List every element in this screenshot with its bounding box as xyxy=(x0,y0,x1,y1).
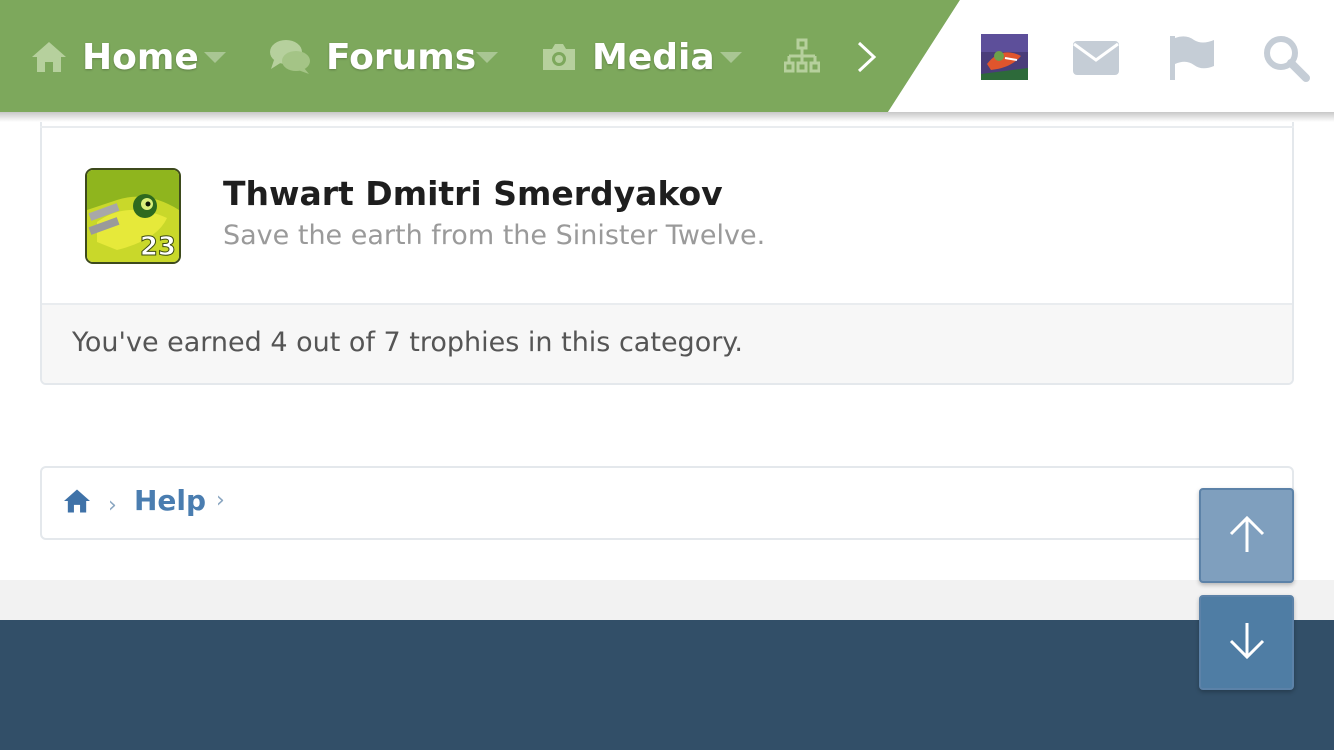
trophy-icon: 23 xyxy=(85,168,181,264)
envelope-icon[interactable] xyxy=(1072,40,1120,76)
breadcrumb-item-help[interactable]: Help xyxy=(134,484,206,517)
breadcrumb: › Help › xyxy=(40,466,1294,540)
scroll-to-bottom-button[interactable] xyxy=(1199,595,1294,690)
tab-home[interactable]: Home xyxy=(30,28,199,86)
main-content: 23 Thwart Dmitri Smerdyakov Save the ear… xyxy=(0,112,1334,580)
comments-icon xyxy=(268,38,312,76)
media-dropdown-caret[interactable] xyxy=(720,52,742,63)
home-icon[interactable] xyxy=(62,488,92,518)
page-footer xyxy=(0,620,1334,750)
tab-forums[interactable]: Forums xyxy=(268,28,476,86)
breadcrumb-separator-icon: › xyxy=(216,488,225,513)
search-icon[interactable] xyxy=(1262,34,1310,82)
footer-gap xyxy=(0,580,1334,620)
tab-media-label: Media xyxy=(592,36,715,78)
tab-media[interactable]: Media xyxy=(540,28,715,86)
trophy-card: 23 Thwart Dmitri Smerdyakov Save the ear… xyxy=(40,122,1294,385)
avatar[interactable] xyxy=(981,34,1028,80)
trophy-description: Save the earth from the Sinister Twelve. xyxy=(223,220,766,251)
forums-dropdown-caret[interactable] xyxy=(476,52,498,63)
arrow-up-icon xyxy=(1227,514,1267,558)
trophy-title: Thwart Dmitri Smerdyakov xyxy=(223,174,723,213)
camera-icon xyxy=(540,41,578,73)
sitemap-icon[interactable] xyxy=(784,38,820,74)
scroll-to-top-button[interactable] xyxy=(1199,488,1294,583)
arrow-down-icon xyxy=(1227,621,1267,665)
tab-home-label: Home xyxy=(82,36,199,78)
chevron-right-icon[interactable] xyxy=(856,40,878,74)
nav-shadow xyxy=(0,112,1334,122)
card-footer: You've earned 4 out of 7 trophies in thi… xyxy=(42,303,1292,383)
trophy-badge-number: 23 xyxy=(139,232,176,262)
breadcrumb-separator-icon: › xyxy=(108,493,117,518)
home-icon xyxy=(30,40,68,74)
tab-forums-label: Forums xyxy=(326,36,477,78)
top-navigation: Home Forums Media xyxy=(0,0,1334,112)
flag-icon[interactable] xyxy=(1168,34,1216,82)
home-dropdown-caret[interactable] xyxy=(204,52,226,63)
card-top-divider xyxy=(40,126,1294,128)
trophy-summary: You've earned 4 out of 7 trophies in thi… xyxy=(72,327,744,358)
